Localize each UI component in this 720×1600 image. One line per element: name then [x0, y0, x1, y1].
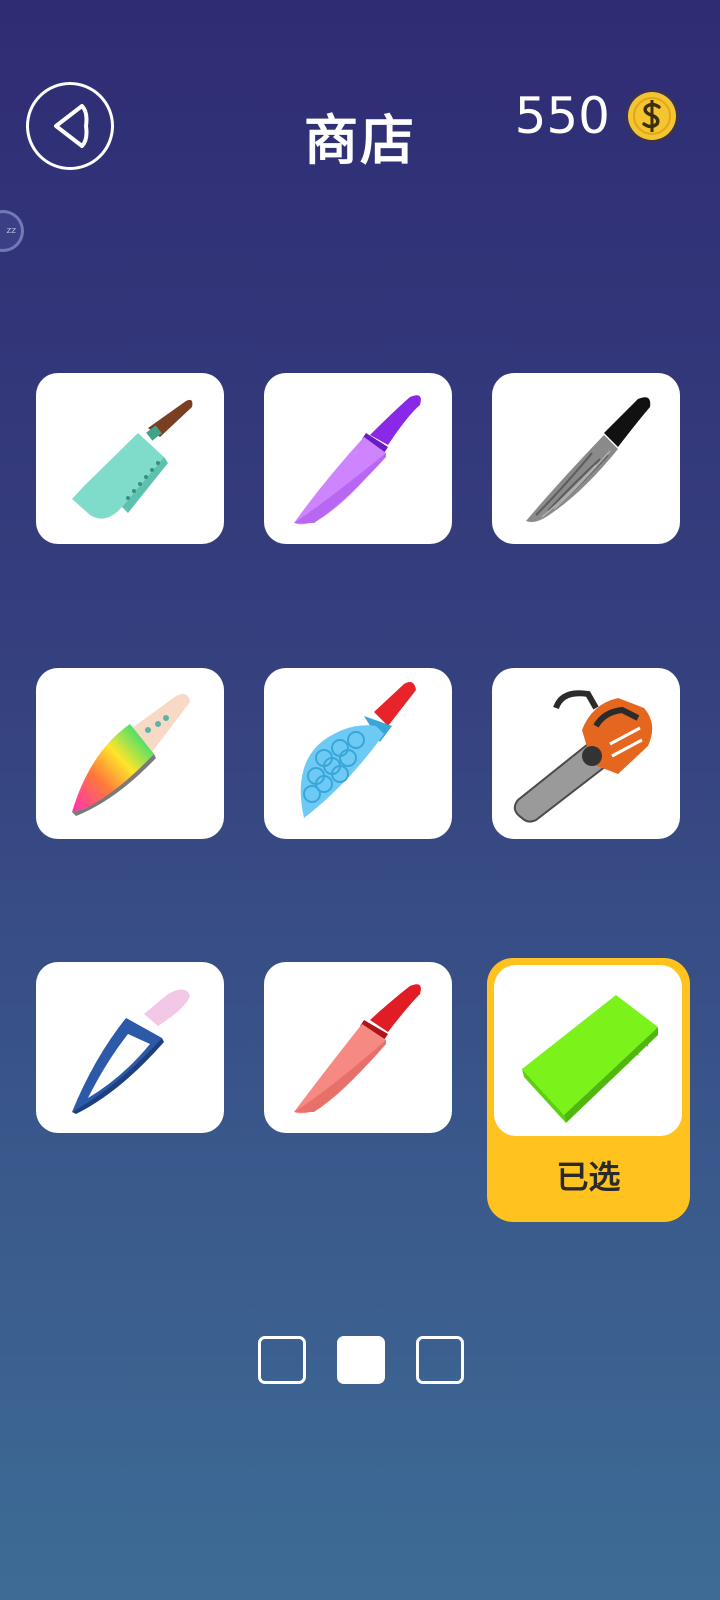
- shop-item-damascus-knife[interactable]: [492, 373, 680, 544]
- chainsaw-icon: [513, 690, 653, 823]
- damascus-knife-icon: [526, 397, 651, 522]
- purple-chef-knife-icon: [294, 395, 421, 525]
- green-ruler-blade-icon: [522, 995, 658, 1123]
- blue-scale-knife-icon: [300, 682, 416, 818]
- shop-item-purple-chef-knife[interactable]: [264, 373, 452, 544]
- salmon-knife-icon: [294, 984, 421, 1114]
- rainbow-knife-icon: [72, 694, 190, 816]
- page-dot-2-active[interactable]: [337, 1336, 385, 1384]
- teal-cleaver-icon: [72, 399, 193, 519]
- page-dot-1[interactable]: [258, 1336, 306, 1384]
- page-indicator: [258, 1336, 464, 1384]
- shop-item-salmon-knife[interactable]: [264, 962, 452, 1133]
- shop-item-green-ruler-blade[interactable]: [494, 965, 682, 1136]
- shop-item-blue-scale-knife[interactable]: [264, 668, 452, 839]
- shop-item-chainsaw[interactable]: [492, 668, 680, 839]
- shop-item-green-ruler-blade-selected[interactable]: 已选: [487, 958, 690, 1222]
- blue-hollow-knife-icon: [72, 989, 190, 1114]
- selected-label: 已选: [556, 1158, 621, 1196]
- shop-item-teal-cleaver[interactable]: [36, 373, 224, 544]
- shop-item-blue-hollow-knife[interactable]: [36, 962, 224, 1133]
- page-dot-3[interactable]: [416, 1336, 464, 1384]
- shop-item-rainbow-knife[interactable]: [36, 668, 224, 839]
